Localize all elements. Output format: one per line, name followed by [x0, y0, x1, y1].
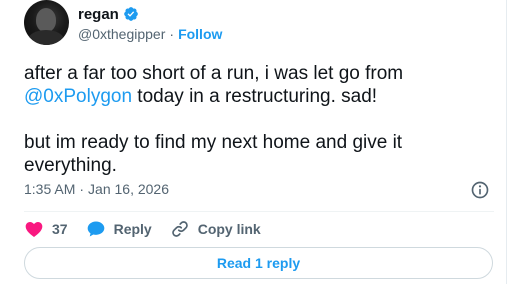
copy-link-button[interactable]: Copy link [170, 219, 261, 239]
tweet-text-part-1: after a far too short of a run, i was le… [24, 63, 404, 84]
user-handle[interactable]: @0xthegipper [78, 26, 165, 42]
like-count: 37 [52, 221, 68, 237]
avatar-face [36, 8, 56, 32]
heart-icon [25, 222, 43, 237]
follow-button[interactable]: Follow [178, 26, 222, 42]
link-icon [171, 221, 188, 237]
read-replies-button[interactable]: Read 1 reply [24, 247, 493, 279]
divider [24, 211, 494, 212]
action-bar: 37 Reply Copy link [24, 218, 279, 240]
avatar[interactable] [24, 0, 69, 45]
handle-row: @0xthegipper · Follow [78, 25, 222, 43]
tweet-text: after a far too short of a run, i was le… [24, 62, 494, 177]
speech-bubble-icon [87, 221, 104, 237]
display-name[interactable]: regan [78, 6, 119, 23]
verified-badge-icon [124, 7, 138, 21]
name-row: regan [78, 4, 139, 24]
info-icon[interactable] [470, 180, 490, 200]
reply-button[interactable]: Reply [86, 219, 152, 239]
handle-separator: · [169, 26, 175, 42]
avatar-shoulder [28, 30, 64, 45]
reply-label: Reply [113, 221, 152, 237]
timestamp-row: 1:35 AM · Jan 16, 2026 [24, 180, 169, 198]
timestamp-separator: · [79, 181, 85, 197]
mention-link[interactable]: @0xPolygon [24, 86, 132, 107]
copy-link-label: Copy link [197, 221, 261, 237]
tweet-card: regan @0xthegipper · Follow after a far … [0, 0, 507, 284]
tweet-time[interactable]: 1:35 AM [24, 181, 75, 197]
tweet-date[interactable]: Jan 16, 2026 [88, 181, 169, 197]
like-button[interactable]: 37 [24, 219, 68, 239]
